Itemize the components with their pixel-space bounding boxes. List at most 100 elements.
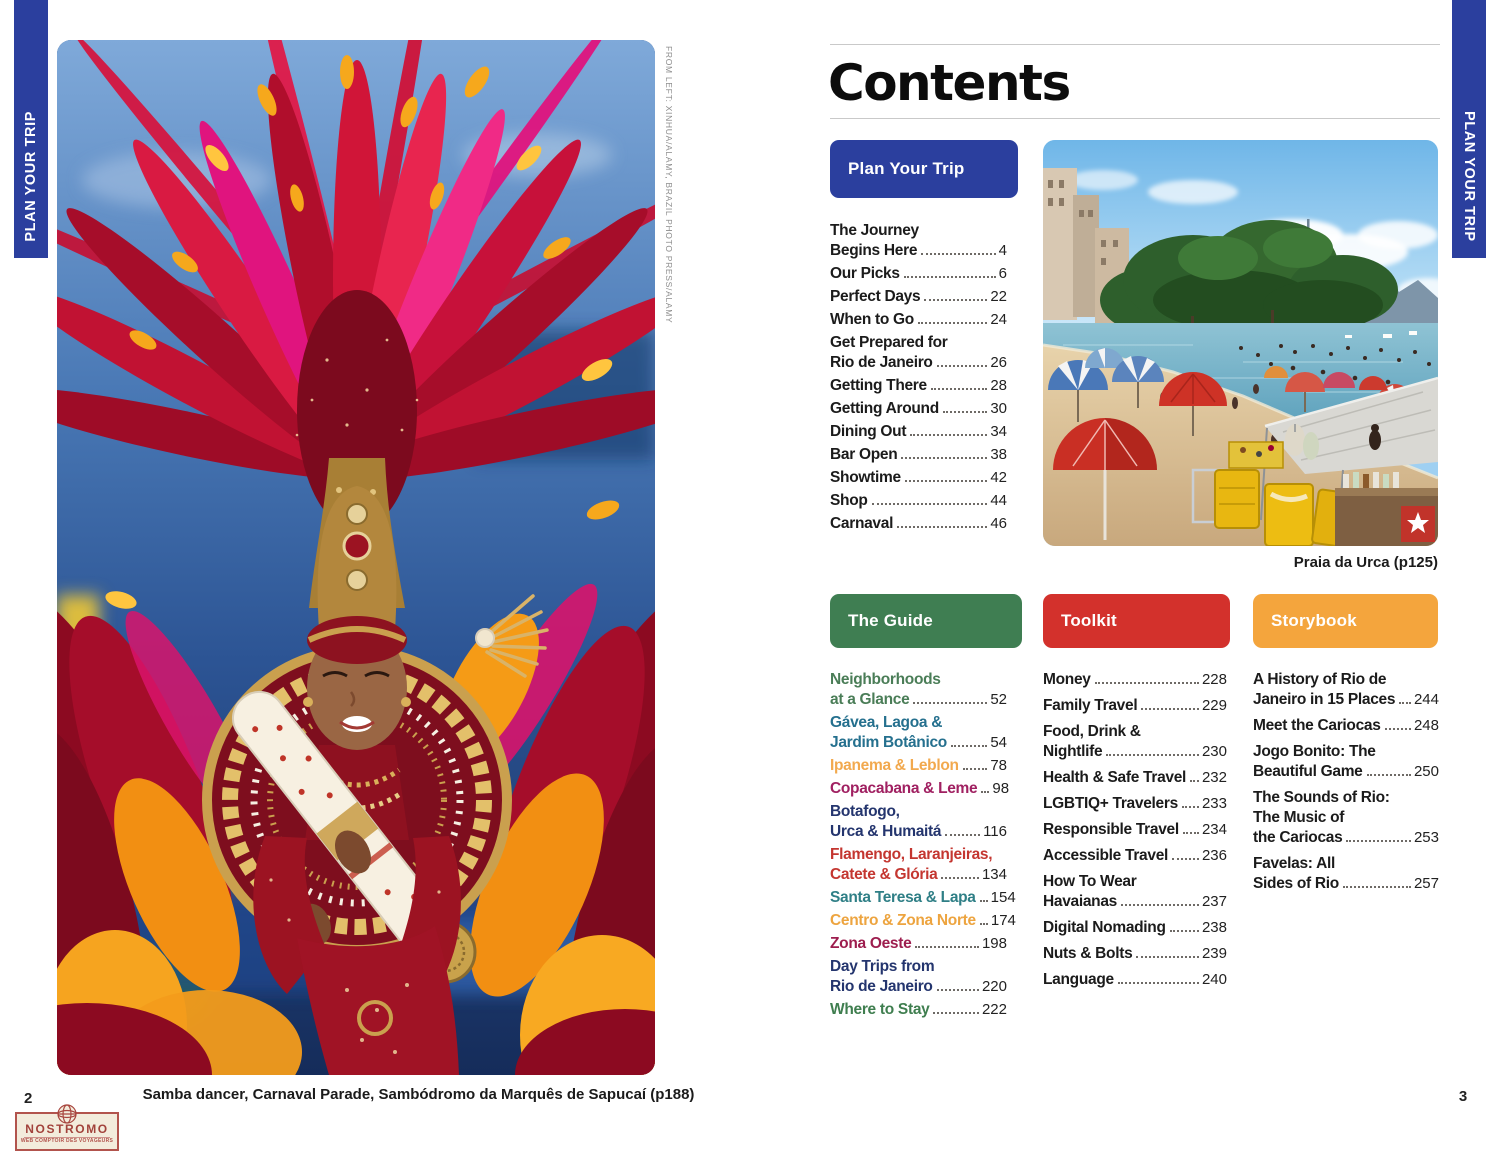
dot-leader xyxy=(1183,832,1199,834)
toc-page-number: 239 xyxy=(1202,944,1227,964)
toc-entry[interactable]: Language240 xyxy=(1043,970,1227,990)
toc-entry[interactable]: Zona Oeste198 xyxy=(830,934,1007,954)
toc-entry[interactable]: A History of Rio deJaneiro in 15 Places2… xyxy=(1253,670,1439,710)
toc-page-number: 229 xyxy=(1202,696,1227,716)
toc-page-number: 174 xyxy=(991,911,1016,931)
toc-page-number: 244 xyxy=(1414,690,1439,710)
dot-leader xyxy=(1170,930,1199,932)
toc-entry[interactable]: Our Picks6 xyxy=(830,264,1007,284)
dot-leader xyxy=(980,900,988,902)
dot-leader xyxy=(921,253,996,255)
page-number-right: 3 xyxy=(1448,1088,1478,1105)
photo-credit: FROM LEFT: XINHUA/ALAMY, BRAZIL PHOTO PR… xyxy=(664,46,674,323)
toc-page-number: 26 xyxy=(990,353,1007,373)
toc-page-number: 52 xyxy=(990,690,1007,710)
toc-entry[interactable]: Bar Open38 xyxy=(830,445,1007,465)
toc-entry[interactable]: Botafogo,Urca & Humaitá116 xyxy=(830,802,1007,842)
dot-leader xyxy=(910,434,987,436)
toc-entry[interactable]: Ipanema & Leblon78 xyxy=(830,756,1007,776)
toc-page-number: 234 xyxy=(1202,820,1227,840)
toc-entry[interactable]: Accessible Travel236 xyxy=(1043,846,1227,866)
toc-entry[interactable]: Nuts & Bolts239 xyxy=(1043,944,1227,964)
toc-entry[interactable]: Food, Drink &Nightlife230 xyxy=(1043,722,1227,762)
dot-leader xyxy=(1136,956,1199,958)
toc-the-guide: Neighborhoodsat a Glance52Gávea, Lagoa &… xyxy=(830,670,1007,1020)
dot-leader xyxy=(1399,702,1411,704)
hero-photo-caption: Samba dancer, Carnaval Parade, Sambódrom… xyxy=(57,1086,780,1103)
toc-entry[interactable]: When to Go24 xyxy=(830,310,1007,330)
toc-entry[interactable]: Day Trips fromRio de Janeiro220 xyxy=(830,957,1007,997)
toc-entry[interactable]: Perfect Days22 xyxy=(830,287,1007,307)
toc-entry[interactable]: Centro & Zona Norte174 xyxy=(830,911,1007,931)
toc-page-number: 233 xyxy=(1202,794,1227,814)
toc-toolkit: Money228 Family Travel229 Food, Drink &Nig… xyxy=(1043,670,1227,990)
toc-entry[interactable]: Neighborhoodsat a Glance52 xyxy=(830,670,1007,710)
toc-entry[interactable]: Favelas: AllSides of Rio257 xyxy=(1253,854,1439,894)
dot-leader xyxy=(933,1012,979,1014)
toc-entry[interactable]: How To WearHavaianas237 xyxy=(1043,872,1227,912)
toc-entry[interactable]: Jogo Bonito: TheBeautiful Game250 xyxy=(1253,742,1439,782)
toc-page-number: 220 xyxy=(982,977,1007,997)
toc-entry[interactable]: Digital Nomading238 xyxy=(1043,918,1227,938)
toc-page-number: 236 xyxy=(1202,846,1227,866)
toc-entry[interactable]: The JourneyBegins Here4 xyxy=(830,221,1007,261)
toc-entry[interactable]: Shop44 xyxy=(830,491,1007,511)
nostromo-stamp: NOSTROMO WEB COMPTOIR DES VOYAGEURS xyxy=(15,1112,119,1151)
toc-entry[interactable]: LGBTIQ+ Travelers233 xyxy=(1043,794,1227,814)
dot-leader xyxy=(905,480,988,482)
toc-entry[interactable]: Family Travel229 xyxy=(1043,696,1227,716)
toc-entry[interactable]: Flamengo, Laranjeiras,Catete & Glória134 xyxy=(830,845,1007,885)
book-contents-spread: PLAN YOUR TRIP xyxy=(0,0,1500,1154)
toc-entry[interactable]: Money228 xyxy=(1043,670,1227,690)
toc-entry[interactable]: Showtime42 xyxy=(830,468,1007,488)
dot-leader xyxy=(1385,728,1411,730)
globe-icon xyxy=(54,1103,80,1130)
dot-leader xyxy=(941,877,978,879)
dot-leader xyxy=(918,322,987,324)
top-divider xyxy=(830,44,1440,45)
toc-entry[interactable]: Copacabana & Leme98 xyxy=(830,779,1007,799)
toc-page-number: 22 xyxy=(990,287,1007,307)
toc-page-number: 198 xyxy=(982,934,1007,954)
dot-leader xyxy=(963,768,988,770)
toc-entry[interactable]: Gávea, Lagoa &Jardim Botânico54 xyxy=(830,713,1007,753)
dot-leader xyxy=(1367,774,1411,776)
toc-entry[interactable]: Meet the Cariocas248 xyxy=(1253,716,1439,736)
dot-leader xyxy=(980,923,988,925)
dot-leader xyxy=(943,411,987,413)
dot-leader xyxy=(872,503,988,505)
dot-leader xyxy=(951,745,987,747)
toc-page-number: 78 xyxy=(990,756,1007,776)
dot-leader xyxy=(981,791,989,793)
toc-entry[interactable]: The Sounds of Rio:The Music ofthe Carioc… xyxy=(1253,788,1439,848)
dot-leader xyxy=(924,299,987,301)
toc-entry[interactable]: Responsible Travel234 xyxy=(1043,820,1227,840)
toc-entry[interactable]: Santa Teresa & Lapa154 xyxy=(830,888,1007,908)
dot-leader xyxy=(945,834,980,836)
dot-leader xyxy=(1190,780,1199,782)
dot-leader xyxy=(897,526,987,528)
stamp-tagline: WEB COMPTOIR DES VOYAGEURS xyxy=(17,1139,117,1144)
toc-page-number: 257 xyxy=(1414,874,1439,894)
toc-page-number: 38 xyxy=(990,445,1007,465)
toc-page-number: 42 xyxy=(990,468,1007,488)
dot-leader xyxy=(937,365,988,367)
samba-dancer-illustration xyxy=(57,40,655,1075)
heading-divider xyxy=(830,118,1440,119)
toc-entry[interactable]: Getting There28 xyxy=(830,376,1007,396)
badge-storybook: Storybook xyxy=(1253,594,1438,648)
toc-entry[interactable]: Where to Stay222 xyxy=(830,1000,1007,1020)
toc-page-number: 28 xyxy=(990,376,1007,396)
dot-leader xyxy=(937,989,979,991)
toc-entry[interactable]: Carnaval46 xyxy=(830,514,1007,534)
toc-page-number: 248 xyxy=(1414,716,1439,736)
toc-page-number: 134 xyxy=(982,865,1007,885)
toc-entry[interactable]: Getting Around30 xyxy=(830,399,1007,419)
toc-entry[interactable]: Health & Safe Travel232 xyxy=(1043,768,1227,788)
badge-toolkit: Toolkit xyxy=(1043,594,1230,648)
contents-title: Contents xyxy=(828,54,1070,112)
dot-leader xyxy=(1106,754,1199,756)
toc-entry[interactable]: Get Prepared forRio de Janeiro26 xyxy=(830,333,1007,373)
samba-dancer-photo xyxy=(57,40,655,1075)
toc-entry[interactable]: Dining Out34 xyxy=(830,422,1007,442)
